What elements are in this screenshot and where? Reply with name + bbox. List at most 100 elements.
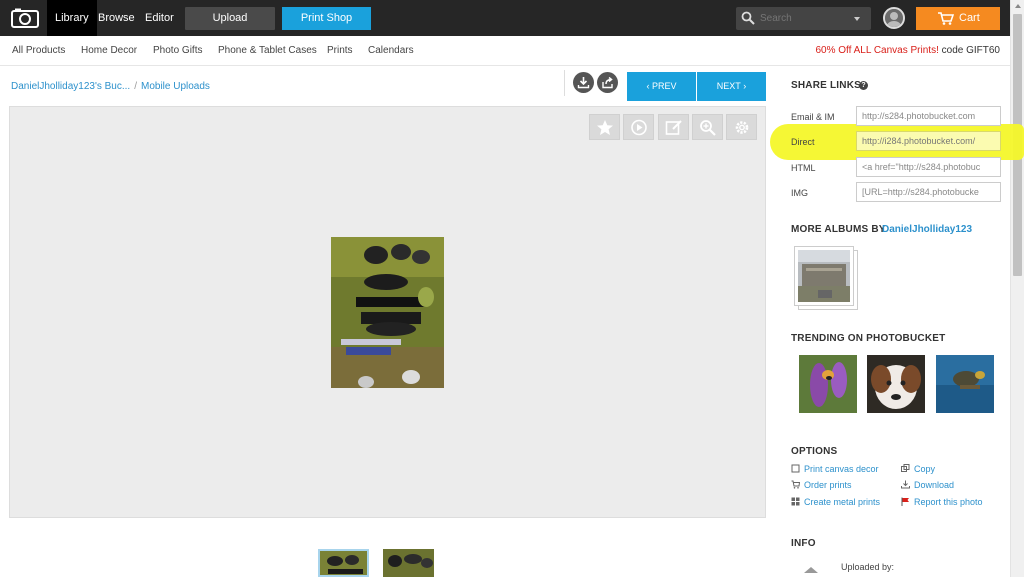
search-input[interactable] <box>760 10 850 27</box>
subnav-calendars[interactable]: Calendars <box>368 45 414 56</box>
breadcrumb-current-link[interactable]: Mobile Uploads <box>141 81 210 92</box>
option-report-photo[interactable]: Report this photo <box>901 497 983 507</box>
prev-button[interactable]: ‹ PREV <box>627 72 696 101</box>
scroll-up-arrow-icon[interactable] <box>1015 4 1021 8</box>
thumbnail-image <box>320 551 367 575</box>
tab-browse[interactable]: Browse <box>90 0 143 36</box>
uploader-avatar-icon <box>804 567 818 573</box>
top-bar: Library Browse Editor Upload Print Shop … <box>0 0 1010 36</box>
subnav-home-decor[interactable]: Home Decor <box>81 45 137 56</box>
email-im-link-field[interactable]: http://s284.photobucket.com <box>856 106 1001 126</box>
divider <box>564 70 565 96</box>
user-avatar-icon <box>885 9 903 27</box>
img-link-field[interactable]: [URL=http://s284.photobucke <box>856 182 1001 202</box>
option-copy[interactable]: Copy <box>901 464 935 474</box>
subnav-all-products[interactable]: All Products <box>12 45 65 56</box>
settings-button[interactable] <box>726 114 757 140</box>
cart-icon <box>938 12 954 25</box>
download-icon <box>901 480 910 489</box>
html-label: HTML <box>791 163 816 173</box>
subnav-photo-gifts[interactable]: Photo Gifts <box>153 45 202 56</box>
breadcrumb-separator: / <box>134 81 137 92</box>
option-label: Order prints <box>804 480 852 490</box>
favorite-button[interactable] <box>589 114 620 140</box>
download-icon <box>577 77 590 89</box>
option-label: Report this photo <box>914 497 983 507</box>
option-label: Copy <box>914 464 936 474</box>
photo-viewer <box>9 106 766 518</box>
tab-editor[interactable]: Editor <box>137 0 182 36</box>
uploaded-by-label: Uploaded by: <box>841 562 895 572</box>
more-albums-user-link[interactable]: DanielJholliday123 <box>882 224 972 235</box>
promo-text: 60% Off ALL Canvas Prints! <box>815 45 939 56</box>
breadcrumb-album-link[interactable]: DanielJholliday123's Buc... <box>11 81 130 92</box>
share-links-title: SHARE LINKS <box>791 80 861 91</box>
trending-photo-2[interactable] <box>867 355 925 413</box>
more-albums-title: MORE ALBUMS BY <box>791 224 886 235</box>
info-title: INFO <box>791 538 816 549</box>
star-icon <box>597 120 613 135</box>
option-order-prints[interactable]: Order prints <box>791 480 852 490</box>
share-button[interactable] <box>597 72 618 93</box>
thumbnail-1[interactable] <box>318 549 369 577</box>
edit-button[interactable] <box>658 114 689 140</box>
option-metal-prints[interactable]: Create metal prints <box>791 497 880 507</box>
search-icon <box>741 11 755 25</box>
canvas-icon <box>791 464 800 473</box>
search-box[interactable] <box>736 7 871 30</box>
chevron-left-icon: ‹ <box>646 81 650 91</box>
next-button[interactable]: NEXT › <box>697 72 766 101</box>
gear-icon <box>735 121 749 134</box>
photo-image <box>331 237 444 388</box>
html-link-field[interactable]: <a href="http://s284.photobuc <box>856 157 1001 177</box>
img-label: IMG <box>791 188 808 198</box>
copy-icon <box>901 464 910 472</box>
avatar[interactable] <box>883 7 905 29</box>
option-print-canvas[interactable]: Print canvas decor <box>791 464 879 474</box>
play-icon <box>631 119 647 136</box>
cart-icon <box>791 480 800 489</box>
breadcrumb: DanielJholliday123's Buc... / Mobile Uploa… <box>11 81 210 92</box>
chevron-right-icon: › <box>743 81 747 91</box>
option-download[interactable]: Download <box>901 480 954 490</box>
chevron-down-icon[interactable] <box>854 17 860 21</box>
album-thumbnail[interactable] <box>794 246 858 310</box>
uploader-avatar[interactable] <box>796 565 826 577</box>
option-label: Download <box>914 480 955 490</box>
thumbnail-2[interactable] <box>383 549 434 577</box>
zoom-button[interactable] <box>692 114 723 140</box>
edit-icon <box>665 120 682 135</box>
help-icon[interactable]: ? <box>859 81 868 90</box>
album-stack-front <box>794 246 854 306</box>
trending-image-turtle <box>936 355 994 413</box>
cart-label: Cart <box>959 12 980 24</box>
promo-code: code GIFT60 <box>938 45 1000 56</box>
trending-photo-1[interactable] <box>799 355 857 413</box>
share-icon <box>602 76 613 89</box>
trending-title: TRENDING ON PHOTOBUCKET <box>791 333 946 344</box>
upload-button[interactable]: Upload <box>185 7 275 30</box>
trending-image-flowers <box>799 355 857 413</box>
next-label: NEXT <box>716 81 741 91</box>
trending-photo-3[interactable] <box>936 355 994 413</box>
direct-label: Direct <box>791 137 815 147</box>
option-label: Print canvas decor <box>804 464 879 474</box>
page-scrollbar[interactable] <box>1010 0 1024 577</box>
promo-banner[interactable]: 60% Off ALL Canvas Prints! code GIFT60 <box>815 45 1000 56</box>
zoom-icon <box>700 120 716 136</box>
main-photo[interactable] <box>331 237 444 388</box>
subnav-phone-tablet-cases[interactable]: Phone & Tablet Cases <box>218 45 317 56</box>
direct-link-field[interactable]: http://i284.photobucket.com/ <box>856 131 1001 151</box>
slideshow-button[interactable] <box>623 114 654 140</box>
subnav-prints[interactable]: Prints <box>327 45 353 56</box>
album-cover-image <box>798 250 850 302</box>
prev-label: PREV <box>652 81 677 91</box>
thumbnail-image <box>383 549 434 577</box>
options-title: OPTIONS <box>791 446 838 457</box>
download-button[interactable] <box>573 72 594 93</box>
print-shop-button[interactable]: Print Shop <box>282 7 371 30</box>
email-im-label: Email & IM <box>791 112 835 122</box>
cart-button[interactable]: Cart <box>916 7 1000 30</box>
photobucket-logo-icon[interactable] <box>11 8 39 28</box>
option-label: Create metal prints <box>804 497 881 507</box>
